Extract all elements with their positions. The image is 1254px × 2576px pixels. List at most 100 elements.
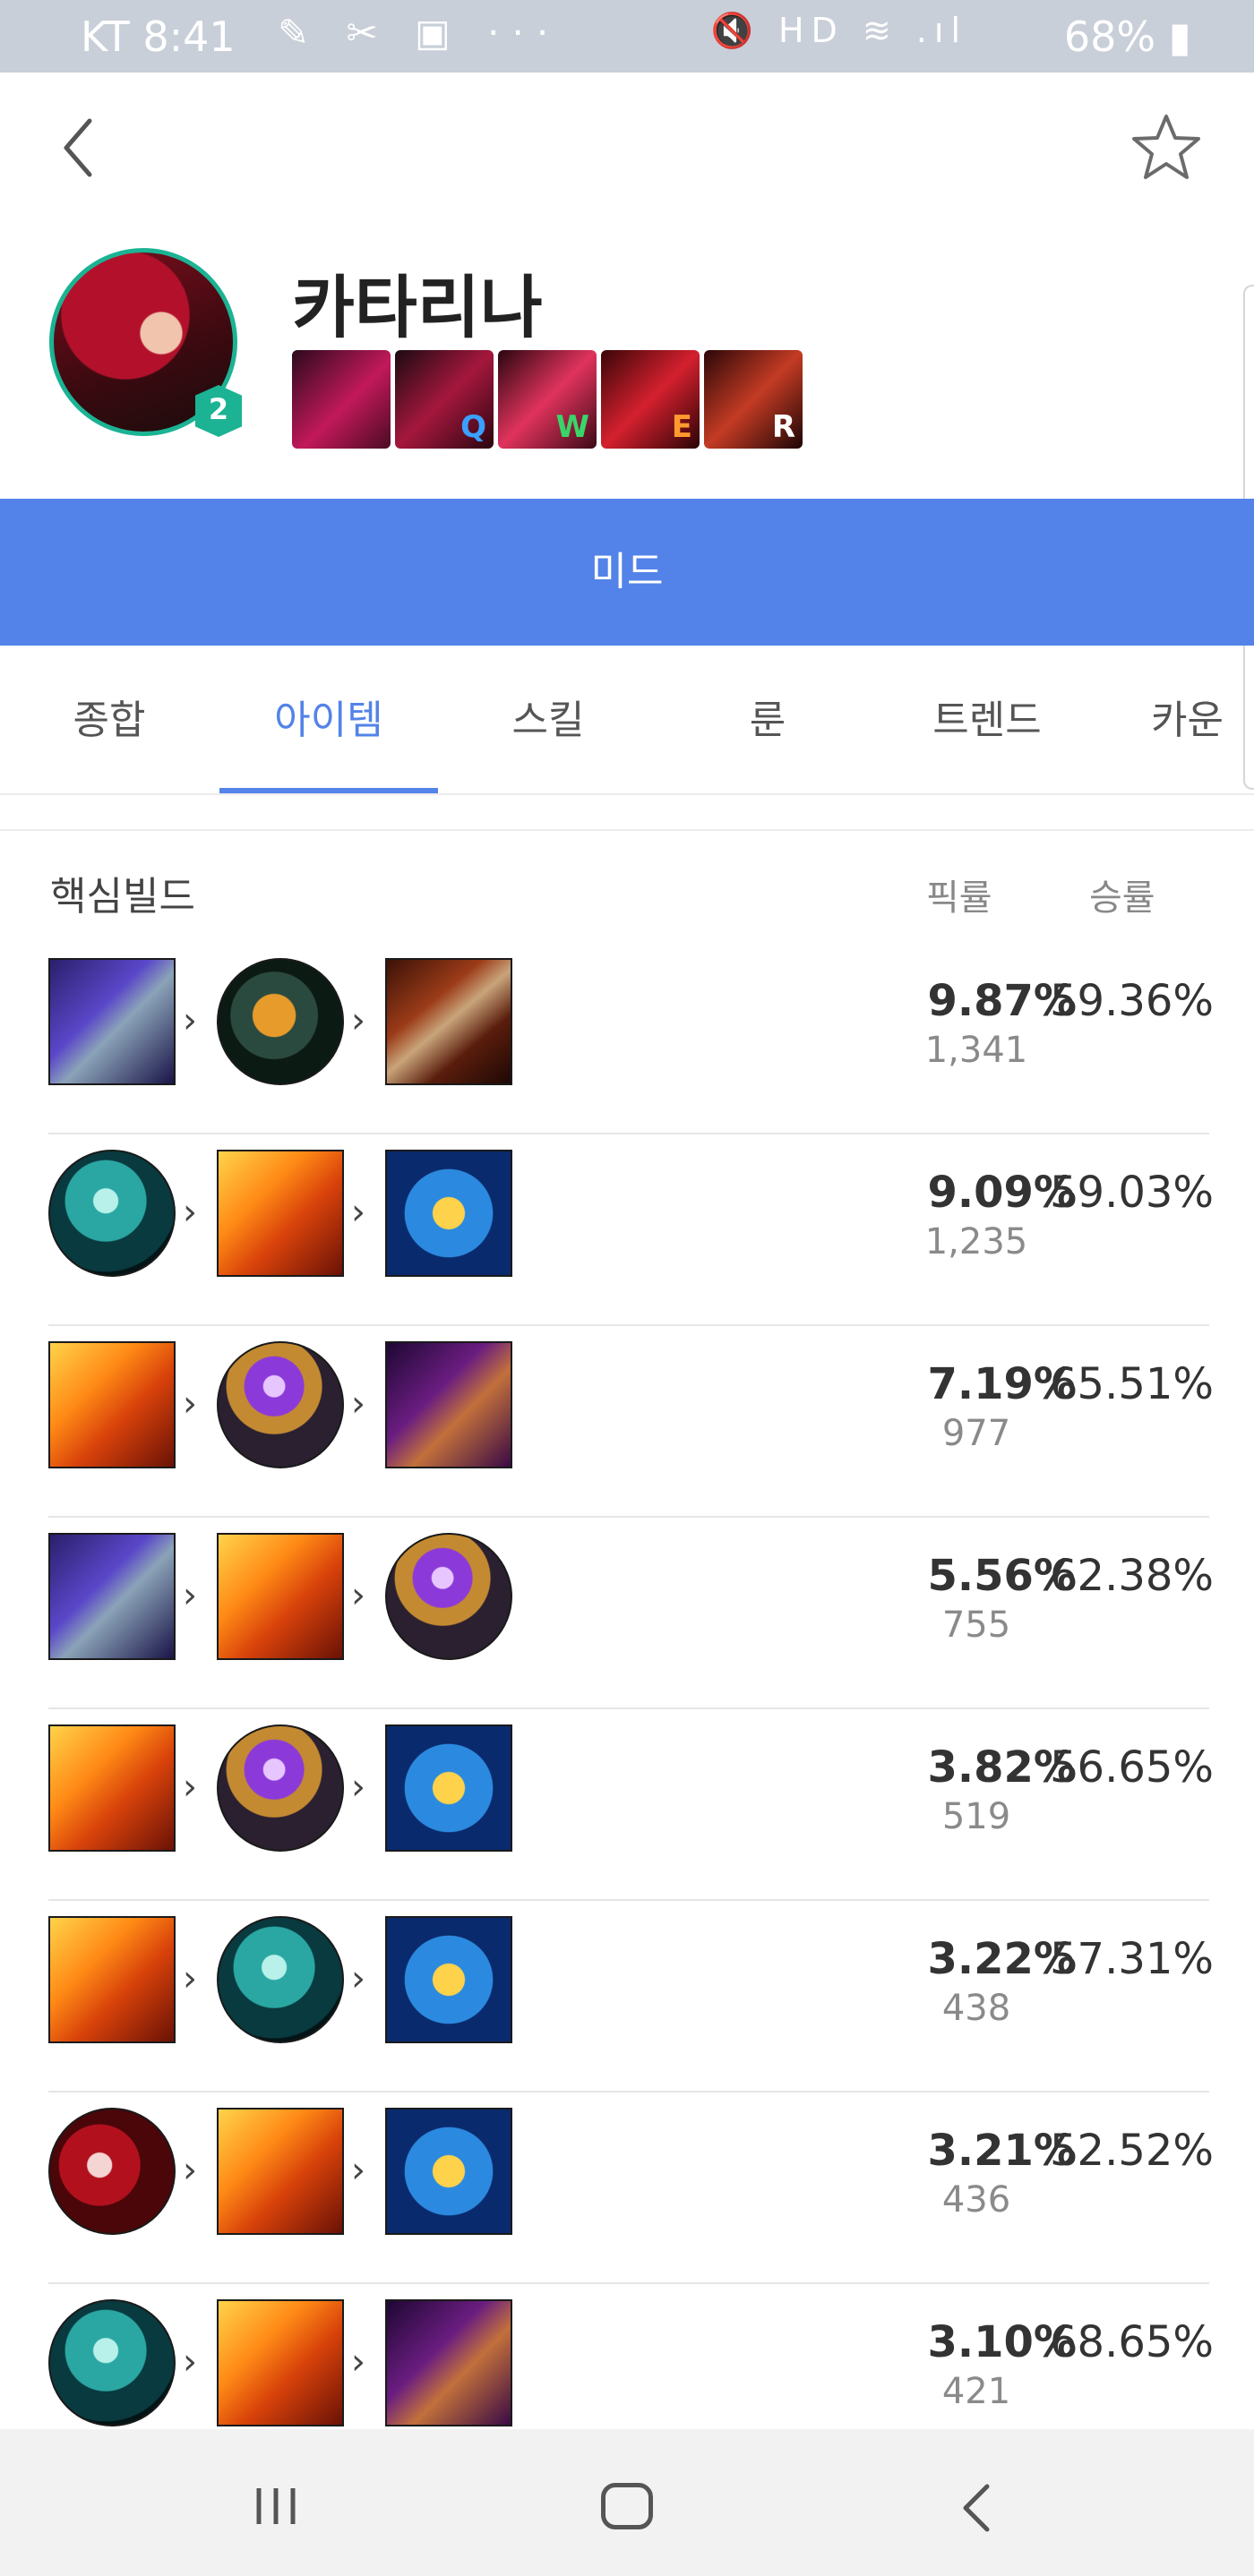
star-outline-icon <box>1132 115 1200 179</box>
chevron-right-icon: › <box>351 1383 365 1425</box>
win-rate: 62.38% <box>1050 1551 1215 1601</box>
win-rate: 68.65% <box>1050 2317 1215 2367</box>
back-icon <box>963 2484 990 2532</box>
item-icon <box>217 1916 344 2043</box>
chevron-right-icon: › <box>351 1958 365 1999</box>
system-back-button[interactable] <box>958 2481 994 2535</box>
tab-items[interactable]: 아이템 <box>219 646 438 795</box>
item-icon <box>217 958 344 1085</box>
game-count: 1,341 <box>924 1030 1028 1071</box>
chevron-right-icon: › <box>183 1575 197 1616</box>
win-rate: 65.51% <box>1050 1359 1215 1409</box>
game-count: 421 <box>941 2371 1011 2412</box>
champion-name: 카타리나 <box>292 268 543 347</box>
item-icon <box>217 1724 344 1852</box>
tab-trends[interactable]: 트렌드 <box>878 646 1096 795</box>
chevron-right-icon: › <box>351 1767 365 1808</box>
game-count: 436 <box>941 2179 1011 2221</box>
item-icon <box>217 2299 344 2426</box>
divider <box>48 2091 1209 2092</box>
win-rate: 59.03% <box>1050 1168 1215 1218</box>
tab-counter[interactable]: 카운터 <box>1097 646 1254 795</box>
item-icon <box>385 1916 512 2043</box>
chevron-right-icon: › <box>183 2341 197 2383</box>
recent-apps-button[interactable] <box>253 2485 298 2528</box>
item-icon <box>48 1724 176 1852</box>
item-icon <box>217 1150 344 1277</box>
back-button[interactable] <box>54 107 107 188</box>
game-count: 438 <box>941 1988 1011 2029</box>
section-title: 핵심빌드 <box>50 874 195 920</box>
skill-w-icon[interactable]: W <box>498 350 597 449</box>
item-icon <box>217 2108 344 2235</box>
column-header-pick-rate: 픽률 <box>926 877 992 919</box>
build-row[interactable]: › › 9.09% 1,235 59.03% <box>48 1135 1214 1326</box>
chevron-right-icon: › <box>183 1000 197 1041</box>
win-rate: 52.52% <box>1050 2126 1215 2176</box>
divider <box>0 795 1254 831</box>
skill-q-icon[interactable]: Q <box>395 350 494 449</box>
item-icon <box>217 1533 344 1660</box>
item-icon <box>217 1341 344 1468</box>
item-icon <box>385 2299 512 2426</box>
status-time: KT 8:41 <box>81 13 236 61</box>
item-icon <box>385 958 512 1085</box>
item-icon <box>48 2108 176 2235</box>
system-icons: 🔇 HD ≋ .ıl <box>710 11 967 50</box>
item-icon <box>385 1724 512 1852</box>
lane-selector[interactable]: 미드 <box>0 499 1254 646</box>
tab-skills[interactable]: 스킬 <box>439 646 657 795</box>
item-icon <box>48 958 176 1085</box>
tab-runes[interactable]: 룬 <box>658 646 877 795</box>
build-row[interactable]: › › 3.21% 436 52.52% <box>48 2093 1214 2284</box>
tab-overview[interactable]: 종합 <box>0 646 219 795</box>
item-icon <box>48 1341 176 1468</box>
item-icon <box>48 1916 176 2043</box>
chevron-left-icon <box>64 118 92 177</box>
chevron-right-icon: › <box>351 1575 365 1616</box>
build-row[interactable]: › › 3.82% 519 56.65% <box>48 1710 1214 1901</box>
item-icon <box>385 1341 512 1468</box>
game-count: 977 <box>941 1413 1011 1454</box>
notification-icons: ✎ ✂ ▣ ··· <box>278 11 562 55</box>
build-row[interactable]: › › 5.56% 755 62.38% <box>48 1519 1214 1709</box>
item-icon <box>48 1150 176 1277</box>
recent-apps-icon <box>256 2488 296 2524</box>
item-icon <box>48 2299 176 2426</box>
win-rate: 59.36% <box>1050 976 1215 1026</box>
item-icon <box>48 1533 176 1660</box>
game-count: 755 <box>941 1605 1011 1646</box>
tab-bar: 종합 아이템 스킬 룬 트렌드 카운터 <box>0 646 1254 795</box>
item-icon <box>385 1533 512 1660</box>
system-nav-bar <box>0 2429 1254 2576</box>
home-button[interactable] <box>601 2483 653 2529</box>
chevron-right-icon: › <box>351 1192 365 1233</box>
game-count: 1,235 <box>924 1221 1028 1262</box>
item-icon <box>385 1150 512 1277</box>
divider <box>48 1324 1209 1326</box>
build-row[interactable]: › › 9.87% 1,341 59.36% <box>48 944 1214 1134</box>
status-bar: KT 8:41 ✎ ✂ ▣ ··· 🔇 HD ≋ .ıl 68% ▮ <box>0 0 1254 73</box>
build-row[interactable]: › › 7.19% 977 65.51% <box>48 1327 1214 1518</box>
skill-r-icon[interactable]: R <box>704 350 803 449</box>
favorite-button[interactable] <box>1130 111 1202 183</box>
divider <box>48 2282 1209 2284</box>
win-rate: 56.65% <box>1050 1742 1215 1793</box>
item-icon <box>385 2108 512 2235</box>
divider <box>48 1516 1209 1518</box>
chevron-right-icon: › <box>183 2150 197 2191</box>
battery-level: 68% ▮ <box>1063 13 1191 61</box>
skill-e-icon[interactable]: E <box>601 350 700 449</box>
divider <box>48 1707 1209 1709</box>
game-count: 519 <box>941 1796 1011 1837</box>
chevron-right-icon: › <box>183 1192 197 1233</box>
build-row[interactable]: › › 3.22% 438 57.31% <box>48 1902 1214 2092</box>
divider <box>48 1133 1209 1134</box>
chevron-right-icon: › <box>183 1767 197 1808</box>
skill-passive-icon[interactable] <box>292 350 391 449</box>
chevron-right-icon: › <box>351 1000 365 1041</box>
chevron-right-icon: › <box>183 1383 197 1425</box>
chevron-right-icon: › <box>351 2341 365 2383</box>
column-header-win-rate: 승률 <box>1089 877 1155 919</box>
chevron-right-icon: › <box>183 1958 197 1999</box>
